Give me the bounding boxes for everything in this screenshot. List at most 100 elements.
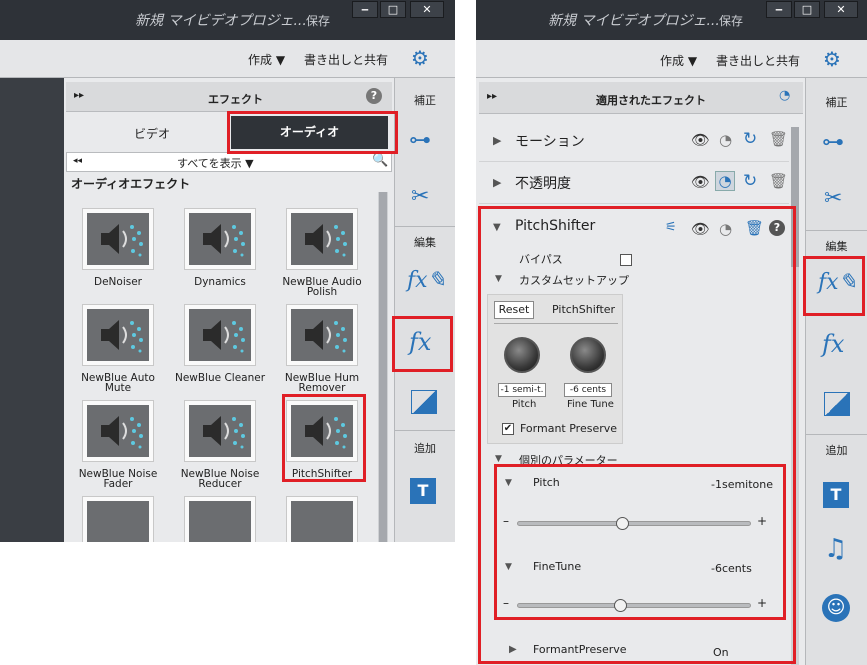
panel-header: ▸▸ 適用されたエフェクト ◔ bbox=[479, 82, 803, 114]
smiley-icon[interactable]: ☺ bbox=[822, 594, 850, 622]
effect-tile[interactable] bbox=[184, 304, 256, 366]
effect-label-line1: DeNoiser bbox=[94, 276, 142, 288]
eye-icon[interactable]: 👁 bbox=[691, 131, 710, 149]
left-window: 新規 マイビデオプロジェ... 保存 ‒ □ ✕ 作成 ▼ 書き出しと共有 ⚙ … bbox=[0, 0, 455, 542]
save-button[interactable]: 保存 bbox=[306, 12, 330, 29]
effect-row-opacity[interactable]: ▶ 不透明度 👁 ◔ ↻ 🗑 bbox=[479, 162, 789, 204]
effect-label-line2: Fader bbox=[103, 478, 133, 490]
rail-edit-label: 編集 bbox=[414, 236, 436, 249]
effect-tile-label: Dynamics bbox=[170, 277, 270, 288]
scrollbar-thumb[interactable] bbox=[379, 192, 387, 542]
create-menu[interactable]: 作成 ▼ bbox=[248, 51, 285, 68]
speaker-icon bbox=[189, 309, 251, 361]
transitions-icon[interactable] bbox=[824, 392, 850, 416]
reset-icon[interactable]: ↻ bbox=[743, 171, 757, 191]
help-icon[interactable]: ? bbox=[366, 88, 382, 104]
highlight-pitchshifter-tile bbox=[282, 394, 366, 482]
back-icon[interactable]: ◂◂ bbox=[73, 156, 82, 166]
right-rail: 補正 ⊶ ✂ 編集 fx✎ fx 追加 T bbox=[394, 78, 455, 542]
eye-icon[interactable]: 👁 bbox=[691, 173, 710, 191]
effect-tile[interactable] bbox=[286, 208, 358, 270]
effect-tile[interactable] bbox=[286, 496, 358, 542]
speaker-icon bbox=[189, 213, 251, 265]
tools-icon[interactable]: ✂ bbox=[411, 184, 429, 209]
expand-triangle-icon[interactable]: ▶ bbox=[493, 134, 501, 147]
close-button[interactable]: ✕ bbox=[824, 1, 858, 18]
title-text-icon[interactable]: T bbox=[823, 482, 849, 508]
effect-tile-label: NewBlue Cleaner bbox=[170, 372, 270, 384]
rail-divider-2 bbox=[806, 434, 867, 435]
export-share-menu[interactable]: 書き出しと共有 bbox=[716, 52, 800, 69]
timeline-area bbox=[0, 78, 64, 542]
trash-icon[interactable]: 🗑 bbox=[769, 172, 788, 190]
effect-tile[interactable] bbox=[82, 208, 154, 270]
effect-tile[interactable] bbox=[184, 496, 256, 542]
minimize-button[interactable]: ‒ bbox=[766, 1, 792, 18]
applied-effects-icon[interactable]: fx✎ bbox=[407, 268, 446, 293]
speaker-icon bbox=[291, 309, 353, 361]
gear-icon[interactable]: ⚙ bbox=[818, 45, 846, 73]
speaker-icon bbox=[291, 501, 353, 542]
music-icon[interactable]: ♫ bbox=[824, 534, 847, 564]
effect-tile-label: NewBlue Auto Mute bbox=[68, 372, 168, 394]
create-menu[interactable]: 作成 ▼ bbox=[660, 52, 697, 69]
speaker-icon bbox=[87, 405, 149, 457]
effect-tile[interactable] bbox=[82, 400, 154, 462]
highlight-audio-tab bbox=[227, 111, 398, 154]
close-button[interactable]: ✕ bbox=[410, 1, 444, 18]
keyframe-icon[interactable]: ◔ bbox=[715, 171, 735, 191]
highlight-fx-button bbox=[392, 316, 453, 372]
filter-row: ◂◂ すべてを表示 ▼ 🔍 bbox=[66, 152, 392, 172]
rail-correct-label: 補正 bbox=[414, 94, 436, 107]
adjust-icon[interactable]: ⊶ bbox=[409, 128, 431, 153]
panel-header: ▸▸ エフェクト ? bbox=[66, 82, 392, 112]
expand-triangle-icon[interactable]: ▶ bbox=[493, 176, 501, 189]
minimize-button[interactable]: ‒ bbox=[352, 1, 378, 18]
effect-tile[interactable] bbox=[286, 304, 358, 366]
effect-tile[interactable] bbox=[82, 304, 154, 366]
effect-tile[interactable] bbox=[82, 496, 154, 542]
effects-fx-icon[interactable]: fx bbox=[822, 330, 844, 358]
title-text-icon[interactable]: T bbox=[410, 478, 436, 504]
rail-edit-label: 編集 bbox=[825, 240, 848, 253]
speaker-icon bbox=[189, 501, 251, 542]
trash-icon[interactable]: 🗑 bbox=[769, 130, 788, 148]
speaker-icon bbox=[291, 213, 353, 265]
tools-icon[interactable]: ✂ bbox=[824, 186, 842, 211]
transitions-icon[interactable] bbox=[411, 390, 437, 414]
right-window: 新規 マイビデオプロジェ... 保存 ‒ □ ✕ 作成 ▼ 書き出しと共有 ⚙ … bbox=[476, 0, 867, 665]
adjust-icon[interactable]: ⊶ bbox=[822, 130, 844, 155]
effect-label-line1: NewBlue Cleaner bbox=[174, 372, 266, 384]
right-rail: 補正 ⊶ ✂ 編集 fx✎ fx 追加 T ♫ ☺ bbox=[805, 78, 867, 665]
panel-title: 適用されたエフェクト bbox=[596, 94, 706, 107]
reset-icon[interactable]: ↻ bbox=[743, 129, 757, 149]
effect-label-line1: NewBlue Auto Mute bbox=[81, 372, 155, 394]
keyframe-icon[interactable]: ◔ bbox=[719, 131, 732, 149]
export-share-menu[interactable]: 書き出しと共有 bbox=[304, 51, 388, 68]
expand-icon[interactable]: ▸▸ bbox=[487, 91, 497, 102]
rail-add-label: 追加 bbox=[825, 444, 848, 457]
tab-video[interactable]: ビデオ bbox=[134, 125, 170, 142]
expand-icon[interactable]: ▸▸ bbox=[74, 90, 84, 101]
highlight-param-sliders bbox=[494, 464, 786, 620]
search-icon[interactable]: 🔍 bbox=[372, 153, 388, 168]
filter-dropdown[interactable]: すべてを表示 ▼ bbox=[177, 155, 254, 171]
section-title: オーディオエフェクト bbox=[71, 177, 191, 191]
rail-divider bbox=[806, 230, 867, 231]
maximize-button[interactable]: □ bbox=[794, 1, 820, 18]
scrollbar[interactable] bbox=[378, 192, 388, 542]
timer-icon[interactable]: ◔ bbox=[779, 88, 790, 103]
effect-tile[interactable] bbox=[184, 400, 256, 462]
maximize-button[interactable]: □ bbox=[380, 1, 406, 18]
save-button[interactable]: 保存 bbox=[719, 12, 743, 29]
effect-label-line2: Remover bbox=[298, 382, 346, 394]
speaker-icon bbox=[189, 405, 251, 457]
effect-label-line2: Polish bbox=[306, 286, 338, 298]
speaker-icon bbox=[87, 213, 149, 265]
effect-tile-label: DeNoiser bbox=[68, 276, 168, 288]
speaker-icon bbox=[87, 309, 149, 361]
gear-icon[interactable]: ⚙ bbox=[406, 44, 434, 72]
effect-label-line2: Reducer bbox=[198, 478, 242, 490]
effect-row-motion[interactable]: ▶ モーション 👁 ◔ ↻ 🗑 bbox=[479, 120, 789, 162]
effect-tile[interactable] bbox=[184, 208, 256, 270]
